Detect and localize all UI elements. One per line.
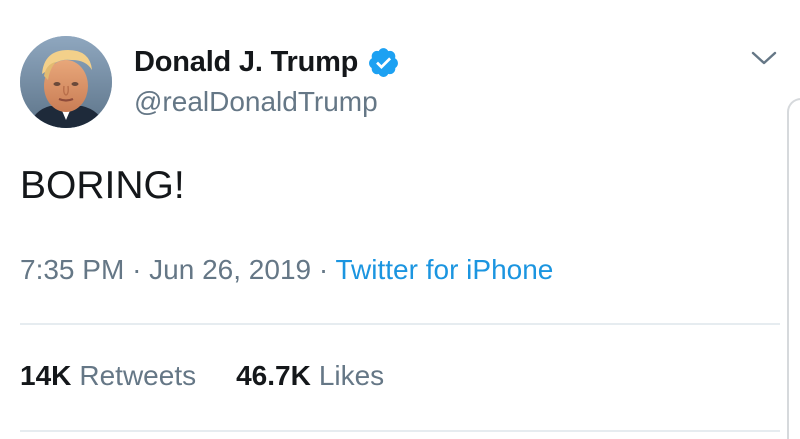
user-handle[interactable]: @realDonaldTrump: [134, 86, 378, 118]
retweets-count: 14K: [20, 360, 72, 391]
likes-count: 46.7K: [236, 360, 311, 391]
verified-badge-icon: [367, 46, 400, 79]
chevron-down-icon[interactable]: [748, 46, 780, 70]
tweet-source-link[interactable]: Twitter for iPhone: [335, 254, 553, 285]
tweet-text: BORING!: [20, 164, 185, 207]
retweets-label: Retweets: [79, 360, 197, 391]
retweets-stat[interactable]: 14K Retweets: [20, 360, 196, 392]
likes-label: Likes: [318, 360, 385, 391]
meta-separator: ·: [132, 254, 150, 285]
avatar[interactable]: [20, 36, 112, 128]
divider: [20, 430, 780, 432]
tweet-meta: 7:35 PM · Jun 26, 2019 · Twitter for iPh…: [20, 254, 553, 286]
tweet-date[interactable]: Jun 26, 2019: [149, 254, 311, 285]
display-name[interactable]: Donald J. Trump: [134, 46, 358, 79]
divider: [20, 323, 780, 325]
meta-separator: ·: [318, 254, 336, 285]
likes-stat[interactable]: 46.7K Likes: [236, 360, 384, 392]
tweet-card: Donald J. Trump @realDonaldTrump BORING!…: [0, 0, 800, 439]
tweet-time[interactable]: 7:35 PM: [20, 254, 124, 285]
card-edge: [787, 98, 800, 439]
tweet-stats: 14K Retweets 46.7K Likes: [20, 360, 384, 392]
author-name-row[interactable]: Donald J. Trump: [134, 44, 400, 80]
